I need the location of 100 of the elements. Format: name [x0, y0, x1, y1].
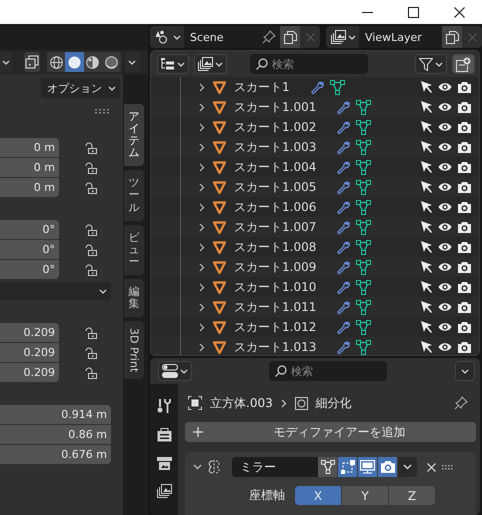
pointer-icon[interactable]	[421, 141, 432, 153]
camera-icon[interactable]	[458, 322, 471, 332]
wrench-icon[interactable]	[336, 300, 350, 314]
vertex-triangle-icon[interactable]	[356, 100, 372, 114]
pointer-icon[interactable]	[421, 161, 432, 173]
expand-chevron-icon[interactable]	[199, 222, 205, 232]
camera-icon[interactable]	[458, 122, 471, 132]
wrench-icon[interactable]	[336, 180, 350, 194]
camera-icon[interactable]	[458, 242, 471, 252]
number-field[interactable]: 0°	[0, 260, 59, 279]
expand-chevron-icon[interactable]	[199, 82, 205, 92]
number-field[interactable]: 0.86 m	[0, 425, 111, 444]
unlocked-padlock-icon[interactable]	[85, 142, 97, 154]
number-field[interactable]: 0 m	[0, 158, 59, 177]
vertex-triangle-icon[interactable]	[356, 280, 372, 294]
sidebar-tab[interactable]: アイテム	[124, 104, 144, 166]
number-field[interactable]: 0°	[0, 240, 59, 259]
vertex-triangle-icon[interactable]	[356, 320, 372, 334]
copy-button[interactable]	[442, 26, 462, 48]
copy-button[interactable]	[280, 26, 300, 48]
object-name[interactable]: スカート1.006	[234, 198, 316, 216]
eye-icon[interactable]	[438, 122, 452, 132]
camera-icon[interactable]	[458, 342, 471, 352]
vertex-triangle-icon[interactable]	[356, 160, 372, 174]
expand-chevron-icon[interactable]	[199, 262, 205, 272]
vertex-triangle-icon[interactable]	[356, 260, 372, 274]
drag-handle-icon[interactable]	[442, 464, 453, 470]
add-modifier-button[interactable]: モディファイアーを追加	[185, 422, 476, 442]
pointer-icon[interactable]	[421, 281, 432, 293]
wrench-icon[interactable]	[336, 340, 350, 354]
camera-icon[interactable]	[458, 202, 471, 212]
eye-icon[interactable]	[438, 262, 452, 272]
dropdown-button[interactable]	[0, 52, 12, 72]
toolbox-icon[interactable]	[156, 428, 172, 442]
view-layer-selector[interactable]	[326, 26, 359, 48]
modifier-toggle[interactable]	[358, 457, 377, 477]
eye-icon[interactable]	[438, 342, 452, 352]
wrench-icon[interactable]	[336, 100, 350, 114]
collapse-chevron-icon[interactable]	[193, 464, 202, 470]
object-name[interactable]: スカート1	[234, 78, 290, 96]
axis-toggle-button[interactable]: X	[295, 486, 341, 505]
wrench-icon[interactable]	[310, 80, 324, 94]
camera-icon[interactable]	[458, 102, 471, 112]
eye-icon[interactable]	[438, 102, 452, 112]
scene-selector[interactable]	[150, 26, 184, 48]
number-field[interactable]: 0.209	[0, 363, 59, 382]
eye-icon[interactable]	[438, 202, 452, 212]
pointer-icon[interactable]	[421, 181, 432, 193]
close-icon[interactable]	[427, 462, 436, 472]
eye-icon[interactable]	[438, 142, 452, 152]
expand-chevron-icon[interactable]	[199, 322, 205, 332]
sidebar-tab[interactable]: 編集	[124, 278, 144, 318]
wrench-icon[interactable]	[336, 320, 350, 334]
number-field[interactable]: 0°	[0, 220, 59, 239]
expand-chevron-icon[interactable]	[199, 282, 205, 292]
axis-toggle-button[interactable]: Z	[389, 486, 435, 505]
eye-icon[interactable]	[438, 242, 452, 252]
pin-icon[interactable]	[262, 30, 276, 44]
expand-chevron-icon[interactable]	[199, 122, 205, 132]
pointer-icon[interactable]	[421, 201, 432, 213]
pointer-icon[interactable]	[421, 241, 432, 253]
camera-icon[interactable]	[458, 222, 471, 232]
wrench-icon[interactable]	[336, 160, 350, 174]
wrench-icon[interactable]	[336, 120, 350, 134]
tool-icon[interactable]	[157, 398, 171, 414]
expand-chevron-icon[interactable]	[199, 302, 205, 312]
vertex-triangle-icon[interactable]	[356, 120, 372, 134]
modifier-toggle[interactable]	[378, 457, 397, 477]
eye-icon[interactable]	[438, 322, 452, 332]
expand-chevron-icon[interactable]	[199, 142, 205, 152]
sidebar-tab[interactable]: 3D Print	[124, 321, 144, 380]
pointer-icon[interactable]	[421, 301, 432, 313]
camera-icon[interactable]	[458, 262, 471, 272]
drag-handle-icon[interactable]	[95, 109, 109, 114]
printer-icon[interactable]	[156, 456, 172, 470]
expand-chevron-icon[interactable]	[199, 202, 205, 212]
modifier-toggle[interactable]	[338, 457, 357, 477]
eye-icon[interactable]	[438, 222, 452, 232]
pointer-icon[interactable]	[421, 121, 432, 133]
object-name[interactable]: スカート1.008	[234, 238, 316, 256]
wrench-icon[interactable]	[336, 220, 350, 234]
overlay-button[interactable]	[24, 52, 40, 72]
pointer-icon[interactable]	[421, 321, 432, 333]
object-name[interactable]: スカート1.002	[234, 118, 316, 136]
number-field[interactable]: 0 m	[0, 138, 59, 157]
wrench-icon[interactable]	[336, 140, 350, 154]
expand-chevron-icon[interactable]	[199, 242, 205, 252]
modifier-toggle[interactable]	[318, 457, 337, 477]
editor-type-dropdown[interactable]	[158, 361, 192, 381]
wrench-icon[interactable]	[336, 240, 350, 254]
eye-icon[interactable]	[438, 182, 452, 192]
unlocked-padlock-icon[interactable]	[85, 244, 97, 256]
number-field[interactable]: 0.914 m	[0, 405, 111, 424]
vertex-triangle-icon[interactable]	[356, 200, 372, 214]
expand-chevron-icon[interactable]	[199, 102, 205, 112]
pointer-icon[interactable]	[421, 261, 432, 273]
search-field[interactable]: 検索	[269, 361, 387, 381]
camera-icon[interactable]	[458, 282, 471, 292]
axis-toggle-button[interactable]: Y	[342, 486, 388, 505]
object-name[interactable]: スカート1.004	[234, 158, 316, 176]
